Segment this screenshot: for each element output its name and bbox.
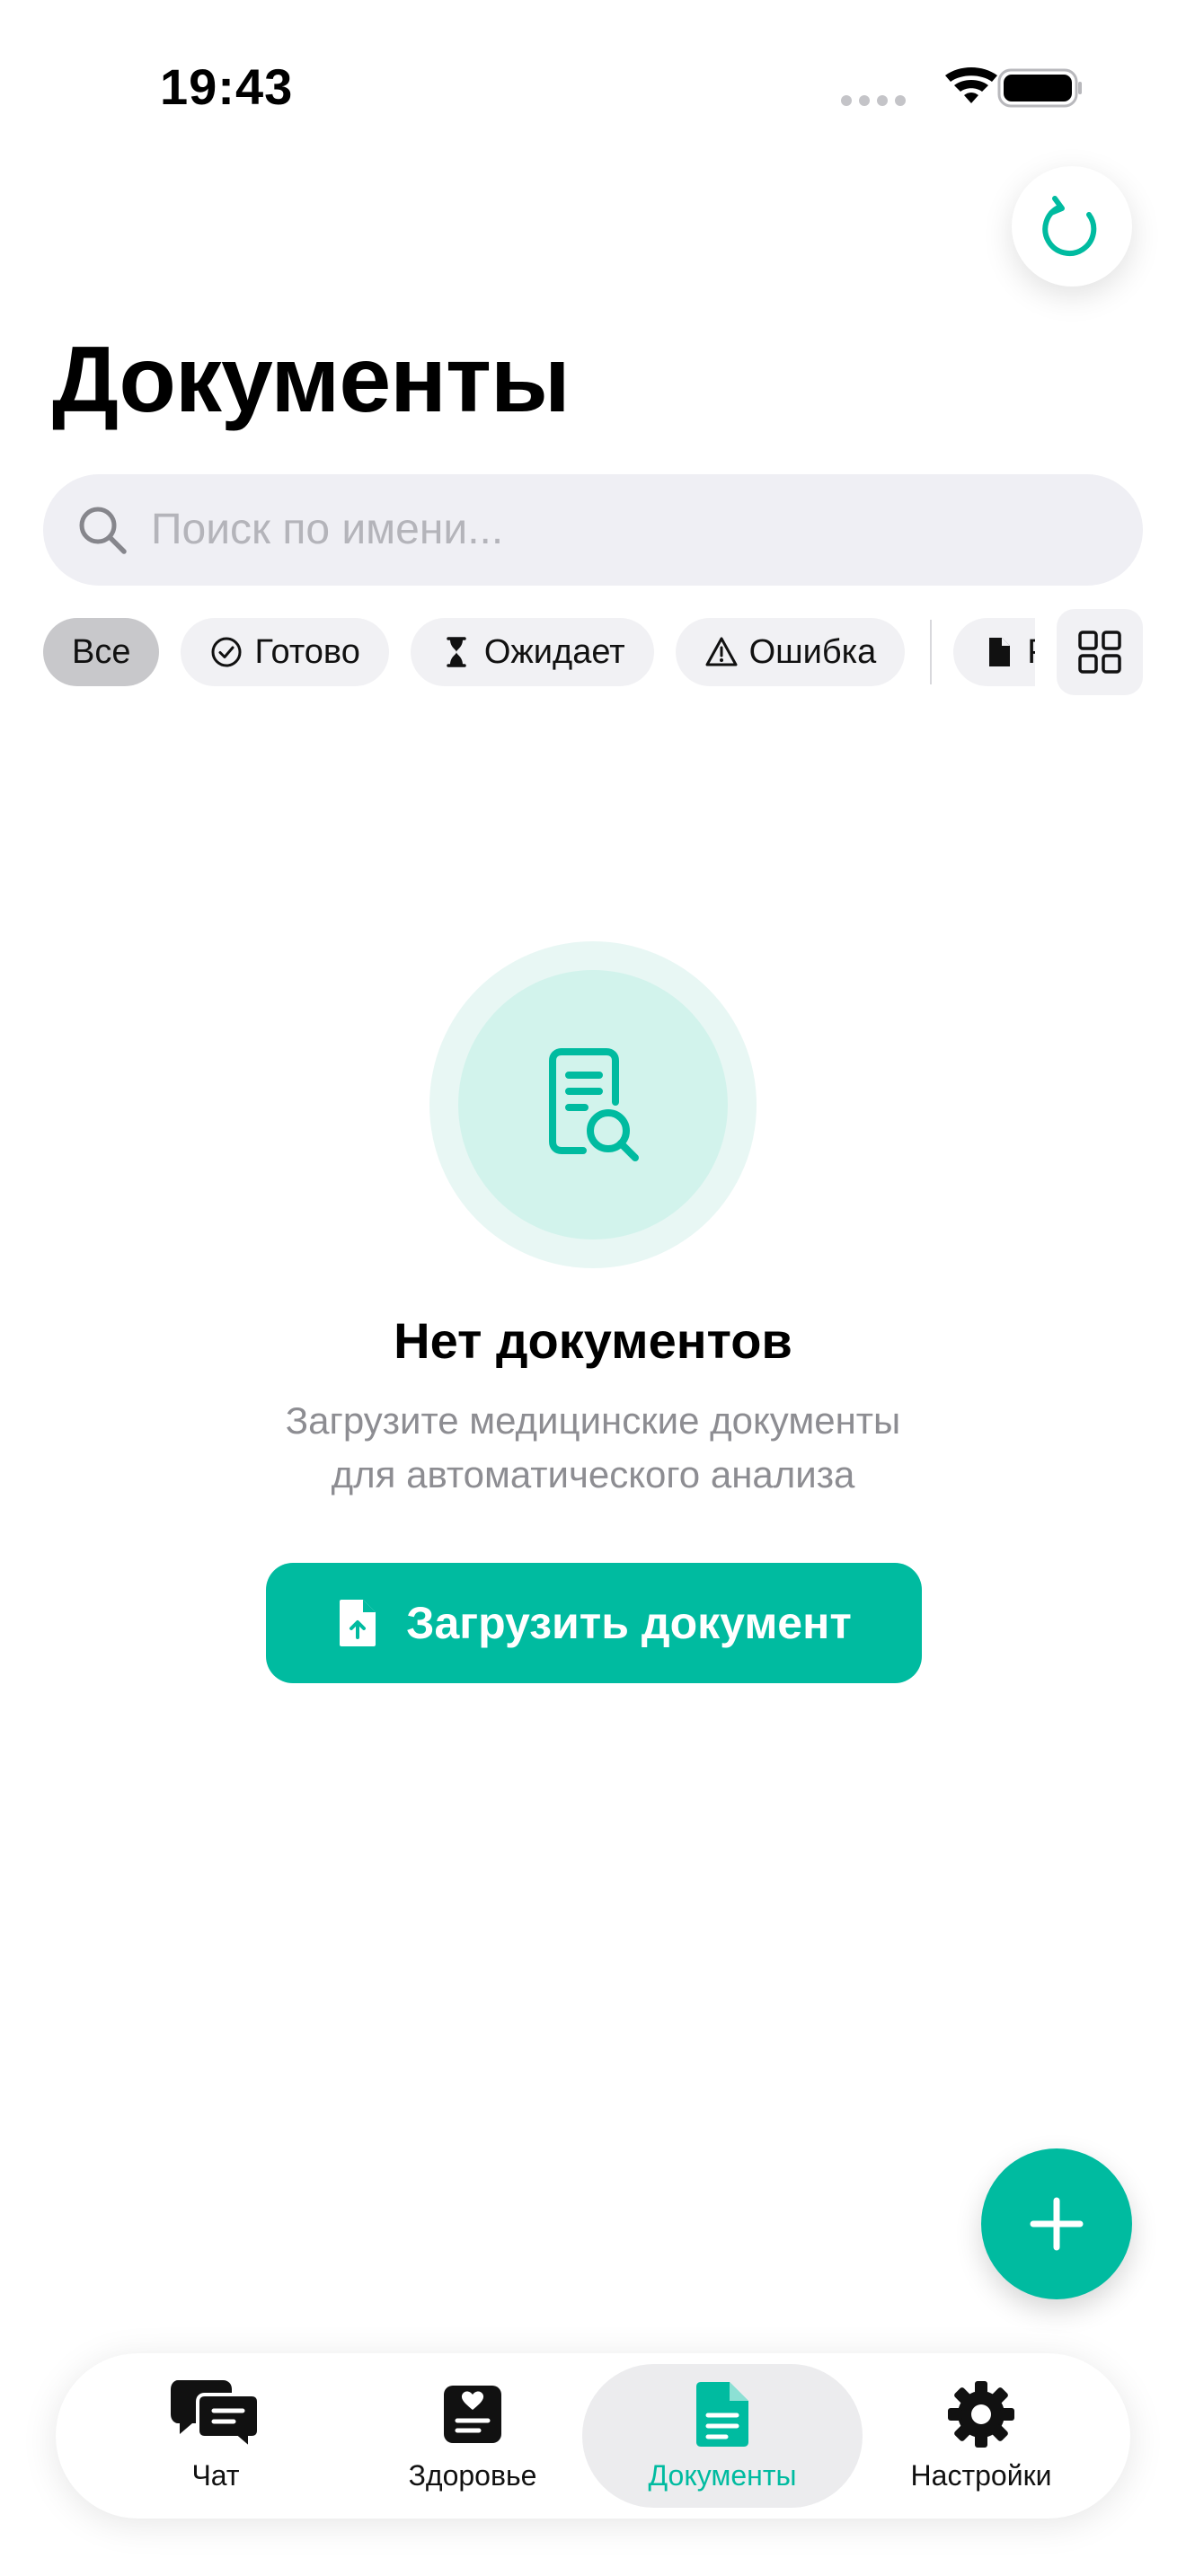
tab-settings[interactable]: Настройки	[868, 2364, 1094, 2508]
document-icon	[677, 2378, 767, 2450]
chat-icon	[171, 2378, 261, 2450]
search-placeholder: Поиск по имени...	[151, 506, 504, 553]
filter-chip-label: Готово	[254, 632, 360, 671]
empty-state-illustration	[458, 970, 728, 1239]
empty-state-subtitle-line: для автоматического анализа	[331, 1453, 855, 1495]
file-upload-icon	[336, 1598, 379, 1648]
health-record-icon	[428, 2378, 518, 2450]
refresh-icon	[1042, 196, 1097, 257]
tab-label: Здоровье	[408, 2459, 537, 2492]
filter-chip-pending[interactable]: Ожидает	[410, 618, 654, 686]
hourglass-icon	[439, 635, 474, 669]
tab-documents[interactable]: Документы	[582, 2364, 863, 2508]
filter-chip-label: Все	[72, 632, 131, 671]
filter-chip-label: Ошибка	[748, 632, 877, 671]
upload-document-button[interactable]: Загрузить документ	[266, 1563, 922, 1683]
add-document-fab[interactable]	[981, 2148, 1132, 2299]
page-title: Документы	[52, 328, 571, 432]
tab-bar: Чат Здоровье Документы Настройки	[56, 2353, 1130, 2519]
warning-icon	[704, 635, 739, 669]
filter-chip-ready[interactable]: Готово	[181, 618, 389, 686]
filter-chip-label: Ожидает	[483, 632, 625, 671]
empty-state-subtitle-line: Загрузите медицинские документы	[285, 1399, 901, 1442]
file-icon	[982, 635, 1016, 669]
search-input[interactable]: Поиск по имени...	[43, 474, 1143, 586]
filter-chip-all[interactable]: Все	[43, 618, 160, 686]
view-toggle-button[interactable]	[1057, 609, 1143, 695]
status-indicators	[839, 66, 1082, 111]
gear-icon	[936, 2378, 1026, 2450]
empty-state-title: Нет документов	[394, 1312, 792, 1369]
check-circle-icon	[209, 635, 243, 669]
wifi-icon	[945, 67, 997, 103]
upload-button-label: Загрузить документ	[406, 1598, 852, 1648]
filter-chips: Все Готово Ожидает Ошибка	[43, 616, 1035, 688]
tab-chat[interactable]: Чат	[111, 2364, 320, 2508]
filter-chip-error[interactable]: Ошибка	[675, 618, 906, 686]
grid-icon	[1078, 631, 1121, 674]
document-search-icon	[549, 1048, 639, 1161]
plus-icon	[1030, 2197, 1084, 2251]
refresh-button[interactable]	[1012, 166, 1132, 287]
filter-chip-pdf[interactable]: PDF	[953, 618, 1035, 686]
tab-label: Настройки	[910, 2459, 1052, 2492]
status-time: 19:43	[160, 58, 294, 115]
search-icon	[75, 503, 129, 557]
tab-label: Документы	[648, 2459, 797, 2492]
empty-state-subtitle: Загрузите медицинские документы для авто…	[0, 1394, 1186, 1502]
filter-chip-label: PDF	[1027, 633, 1035, 672]
tab-health[interactable]: Здоровье	[368, 2364, 577, 2508]
cellular-signal-icon	[841, 95, 906, 106]
filter-separator	[930, 620, 933, 684]
battery-icon	[997, 68, 1082, 108]
tab-label: Чат	[191, 2459, 240, 2492]
